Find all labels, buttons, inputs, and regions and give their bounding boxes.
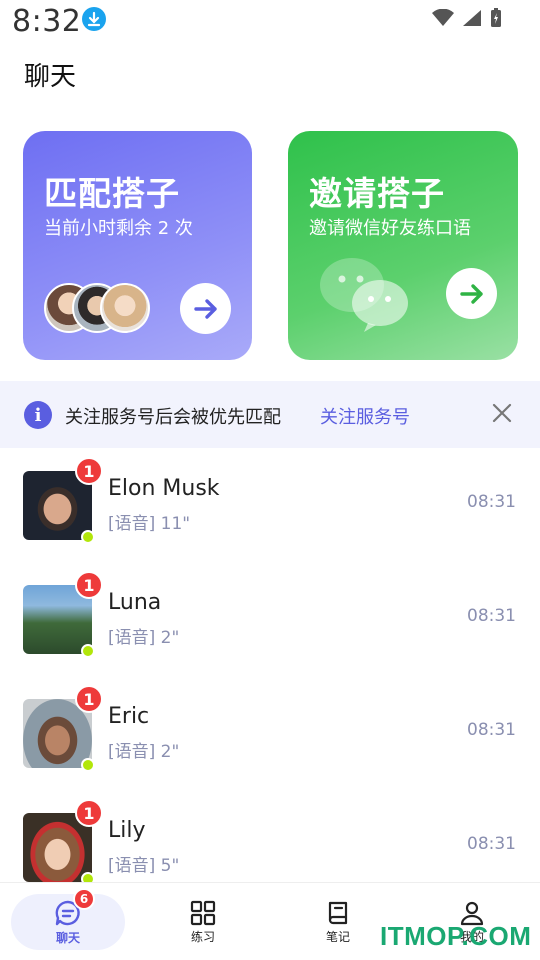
arrow-right-icon — [459, 283, 483, 304]
avatar-stack — [44, 283, 154, 333]
tab-practice[interactable]: 练习 — [148, 883, 258, 960]
close-icon[interactable] — [490, 401, 514, 425]
invite-arrow-button[interactable] — [446, 268, 497, 319]
status-time: 8:32 — [12, 4, 82, 39]
tab-chat[interactable]: 聊天 — [13, 883, 123, 960]
follow-notice-bar: i 关注服务号后会被优先匹配 关注服务号 — [0, 381, 540, 448]
unread-badge: 1 — [75, 685, 103, 713]
unread-badge: 1 — [75, 799, 103, 827]
chat-name: Eric — [108, 704, 150, 729]
invite-partner-card[interactable]: 邀请搭子 邀请微信好友练口语 — [288, 131, 518, 360]
chat-time: 08:31 — [467, 720, 516, 740]
tab-unread-badge: 6 — [73, 888, 95, 910]
chat-list-item[interactable]: 1 Eric [语音] 2" 08:31 — [0, 685, 540, 813]
online-indicator — [81, 644, 95, 658]
system-icons — [432, 8, 502, 28]
watermark: ITMOP.COM — [380, 921, 532, 951]
chat-preview: [语音] 2" — [108, 628, 180, 648]
notice-text: 关注服务号后会被优先匹配 — [65, 407, 281, 428]
chat-list-item[interactable]: 1 Elon Musk [语音] 11" 08:31 — [0, 457, 540, 585]
wechat-icon — [320, 258, 408, 332]
invite-card-title: 邀请搭子 — [309, 174, 445, 213]
grid-icon — [190, 900, 216, 925]
chat-preview: [语音] 11" — [108, 514, 191, 534]
notebook-icon — [328, 901, 348, 924]
match-partner-card[interactable]: 匹配搭子 当前小时剩余 2 次 — [23, 131, 252, 360]
wifi-icon — [432, 9, 454, 26]
battery-icon — [491, 8, 501, 27]
invite-card-subtitle: 邀请微信好友练口语 — [309, 218, 471, 239]
unread-badge: 1 — [75, 571, 103, 599]
chat-name: Lily — [108, 818, 146, 843]
chat-time: 08:31 — [467, 834, 516, 854]
online-indicator — [81, 530, 95, 544]
info-icon: i — [24, 401, 52, 429]
download-icon — [82, 7, 106, 31]
status-bar: 8:32 — [0, 0, 540, 44]
arrow-right-icon — [193, 298, 217, 319]
tab-notes[interactable]: 笔记 — [283, 883, 393, 960]
unread-badge: 1 — [75, 457, 103, 485]
tab-chat-label: 聊天 — [55, 930, 80, 945]
chat-name: Luna — [108, 590, 162, 615]
chat-name: Elon Musk — [108, 476, 220, 501]
match-arrow-button[interactable] — [180, 283, 231, 334]
avatar — [100, 283, 150, 333]
follow-service-link[interactable]: 关注服务号 — [320, 403, 410, 429]
signal-icon — [463, 10, 481, 26]
tab-notes-label: 笔记 — [325, 929, 350, 944]
online-indicator — [81, 758, 95, 772]
chat-time: 08:31 — [467, 606, 516, 626]
chat-preview: [语音] 2" — [108, 742, 180, 762]
page-title: 聊天 — [24, 62, 77, 92]
chat-preview: [语音] 5" — [108, 856, 180, 876]
match-card-subtitle: 当前小时剩余 2 次 — [44, 218, 193, 239]
match-card-title: 匹配搭子 — [44, 174, 180, 213]
chat-list-item[interactable]: 1 Luna [语音] 2" 08:31 — [0, 571, 540, 699]
chat-time: 08:31 — [467, 492, 516, 512]
tab-practice-label: 练习 — [190, 929, 215, 944]
